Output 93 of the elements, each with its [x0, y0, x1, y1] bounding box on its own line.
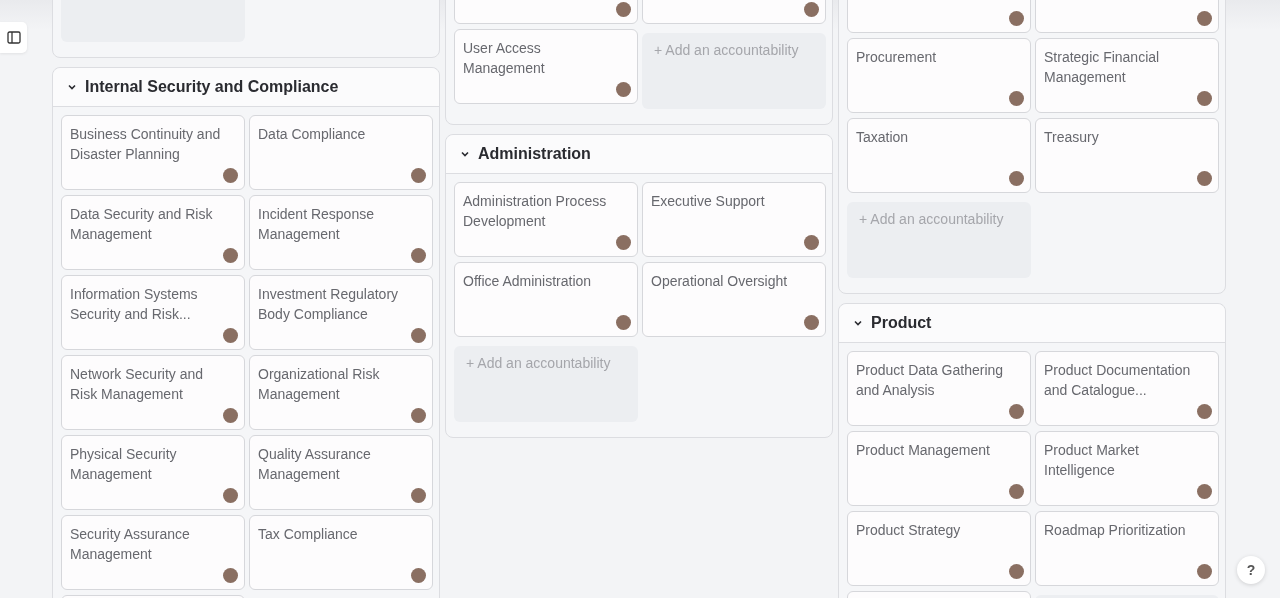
accountability-card[interactable]: Organizational Risk Management [249, 355, 433, 430]
avatar [1197, 484, 1212, 499]
avatar [616, 2, 631, 17]
avatar [1009, 171, 1024, 186]
card-title: Information Systems Security and Risk... [70, 285, 199, 324]
accountability-card[interactable]: Operational Oversight [642, 262, 826, 337]
accountability-card[interactable]: Product Market Intelligence [1035, 431, 1219, 506]
card-title: User Access Management [463, 39, 546, 78]
card-title: Data Compliance [258, 125, 367, 144]
avatar [223, 408, 238, 423]
card-title: Product Data Gathering and Analysis [856, 361, 1005, 400]
panel-title: Administration [478, 145, 591, 163]
accountability-card[interactable]: Tax Compliance [249, 515, 433, 590]
avatar [223, 328, 238, 343]
accountability-card[interactable]: Product Documentation and Catalogue... [1035, 351, 1219, 426]
avatar [804, 235, 819, 250]
accountability-card[interactable]: Roadmap Prioritization [1035, 511, 1219, 586]
accountability-card[interactable]: Security Assurance Management [61, 515, 245, 590]
card-title: Network Security and Risk Management [70, 365, 205, 404]
card-title: Treasury [1044, 128, 1100, 147]
accountability-card[interactable]: Strategic Financial Management [1035, 38, 1219, 113]
chevron-icon[interactable] [853, 318, 863, 328]
accountability-card[interactable]: Quality Assurance Management [249, 435, 433, 510]
card-title: Procurement [856, 48, 938, 67]
avatar [1197, 404, 1212, 419]
card-title: Security Assurance Management [70, 525, 191, 564]
avatar [1009, 11, 1024, 26]
avatar [411, 568, 426, 583]
card-title: Investment Regulatory Body Compliance [258, 285, 400, 324]
card-title: Physical Security Management [70, 445, 178, 484]
card-title: Product Strategy [856, 521, 962, 540]
card-title: Data Security and Risk Management [70, 205, 214, 244]
accountability-card[interactable]: Office Administration [454, 262, 638, 337]
sidebar-toggle-icon[interactable] [0, 22, 27, 53]
avatar [1197, 11, 1212, 26]
card-title: Strategic Financial Management [1044, 48, 1161, 87]
card-title: Administration Process Development [463, 192, 608, 231]
avatar [411, 328, 426, 343]
avatar [616, 82, 631, 97]
accountability-card[interactable]: Executive Support [642, 182, 826, 257]
card-title: Incident Response Management [258, 205, 375, 244]
accountability-card[interactable]: Physical Security Management [61, 435, 245, 510]
card-title: Taxation [856, 128, 910, 147]
accountability-card[interactable]: Product Management [847, 431, 1031, 506]
accountability-card[interactable]: Administration Process Development [454, 182, 638, 257]
accountability-card[interactable]: User Access Management [454, 29, 638, 104]
accountability-card[interactable]: Treasury [1035, 118, 1219, 193]
card-title: Product Market Intelligence [1044, 441, 1140, 480]
accountability-card[interactable]: Procurement [847, 38, 1031, 113]
avatar [1009, 91, 1024, 106]
avatar [223, 488, 238, 503]
card-title: Office Administration [463, 272, 593, 291]
card-title: Product Management [856, 441, 991, 460]
avatar [223, 168, 238, 183]
accountability-card[interactable]: Information Systems Security and Risk... [61, 275, 245, 350]
accountability-card[interactable]: Product Strategy [847, 511, 1031, 586]
accountability-card[interactable]: Data Security and Risk Management [61, 195, 245, 270]
avatar [411, 248, 426, 263]
panel-title: Product [871, 314, 932, 332]
accountability-card[interactable]: Network Security and Risk Management [61, 355, 245, 430]
chevron-icon[interactable] [67, 82, 77, 92]
panel-title: Internal Security and Compliance [85, 78, 339, 96]
avatar [1197, 564, 1212, 579]
avatar [411, 488, 426, 503]
avatar [1197, 91, 1212, 106]
avatar [616, 315, 631, 330]
avatar [804, 2, 819, 17]
card-title: Product Documentation and Catalogue... [1044, 361, 1192, 400]
avatar [1197, 171, 1212, 186]
avatar [1009, 484, 1024, 499]
card-title: Organizational Risk Management [258, 365, 381, 404]
accountability-card[interactable]: Taxation [847, 118, 1031, 193]
accountability-card[interactable]: Incident Response Management [249, 195, 433, 270]
accountability-card[interactable]: Business Continuity and Disaster Planning [61, 115, 245, 190]
help-button[interactable]: ? [1237, 556, 1265, 584]
avatar [411, 408, 426, 423]
accountability-card[interactable]: Data Compliance [249, 115, 433, 190]
accountability-card[interactable]: Product Data Gathering and Analysis [847, 351, 1031, 426]
card-title: Executive Support [651, 192, 766, 211]
card-title: Business Continuity and Disaster Planning [70, 125, 222, 164]
accountability-card[interactable]: Investment Regulatory Body Compliance [249, 275, 433, 350]
avatar [223, 568, 238, 583]
avatar [1009, 564, 1024, 579]
avatar [411, 168, 426, 183]
card-title: Operational Oversight [651, 272, 789, 291]
card-title: Roadmap Prioritization [1044, 521, 1187, 540]
avatar [616, 235, 631, 250]
avatar [1009, 404, 1024, 419]
avatar [804, 315, 819, 330]
card-title: Tax Compliance [258, 525, 359, 544]
avatar [223, 248, 238, 263]
card-title: Quality Assurance Management [258, 445, 372, 484]
chevron-icon[interactable] [460, 149, 470, 159]
